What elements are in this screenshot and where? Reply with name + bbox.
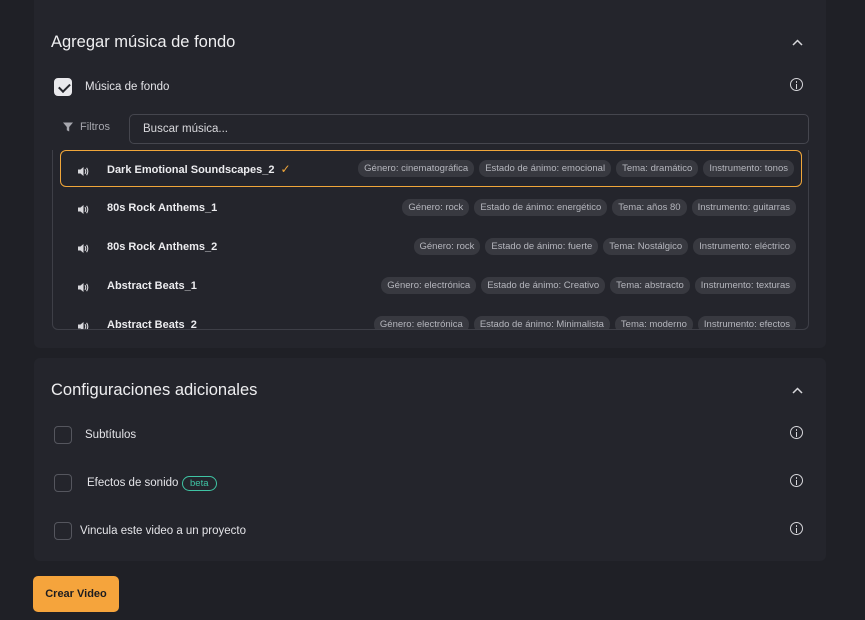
filters-label: Filtros: [80, 121, 110, 133]
track-tags: Género: electrónica Estado de ánimo: Mini…: [373, 316, 796, 329]
track-tag: Género: cinematográfica: [358, 160, 475, 177]
subtitles-label: Subtítulos: [85, 429, 137, 441]
track-name-text: 80s Rock Anthems_2: [107, 240, 218, 253]
track-tags: Género: cinematográfica Estado de ánimo: …: [358, 160, 794, 177]
track-tag: Estado de ánimo: Creativo: [481, 277, 606, 294]
filters-button[interactable]: Filtros: [62, 121, 110, 133]
info-icon[interactable]: [790, 426, 803, 439]
info-icon[interactable]: [790, 474, 803, 487]
track-tag: Género: electrónica: [381, 277, 477, 294]
track-tag: Estado de ánimo: fuerte: [485, 238, 599, 255]
info-icon[interactable]: [790, 78, 803, 91]
track-name-text: Dark Emotional Soundscapes_2: [107, 163, 275, 176]
track-tags: Género: electrónica Estado de ánimo: Crea…: [381, 277, 796, 294]
track-tag: Tema: abstracto: [610, 277, 690, 294]
track-name-text: 80s Rock Anthems_1: [107, 201, 218, 214]
filter-icon: [63, 122, 73, 132]
track-name-text: Abstract Beats_1: [107, 279, 197, 292]
speaker-icon[interactable]: [77, 164, 89, 176]
track-tag: Género: electrónica: [373, 316, 469, 329]
sound-effects-label: Efectos de sonido: [87, 477, 179, 489]
link-project-checkbox[interactable]: [54, 522, 72, 540]
track-tag: Tema: dramático: [616, 160, 699, 177]
background-music-panel: Agregar música de fondo Música de fondo …: [34, 0, 826, 348]
track-tag: Tema: moderno: [614, 316, 693, 329]
speaker-icon[interactable]: [77, 241, 89, 253]
track-tags: Género: rock Estado de ánimo: energético T…: [402, 199, 796, 216]
track-tag: Estado de ánimo: emocional: [479, 160, 612, 177]
track-tag: Instrumento: efectos: [697, 316, 796, 329]
track-name: Abstract Beats_1: [107, 280, 197, 292]
music-track-row[interactable]: Abstract Beats_2 Género: electrónica Estad…: [53, 306, 808, 330]
additional-settings-panel: Configuraciones adicionales Subtítulos E…: [34, 358, 826, 561]
track-tag: Género: rock: [413, 238, 481, 255]
track-tag: Instrumento: texturas: [694, 277, 796, 294]
music-section-title: Agregar música de fondo: [51, 33, 236, 51]
track-tag: Estado de ánimo: Minimalista: [473, 316, 610, 329]
track-tag: Género: rock: [402, 199, 470, 216]
chevron-up-icon[interactable]: [790, 35, 804, 49]
speaker-icon[interactable]: [77, 319, 89, 329]
track-tag: Instrumento: tonos: [703, 160, 794, 177]
track-tags: Género: rock Estado de ánimo: fuerte Tema:…: [413, 238, 796, 255]
subtitles-checkbox[interactable]: [54, 426, 72, 444]
track-tag: Tema: Nostálgico: [603, 238, 689, 255]
beta-badge: beta: [182, 476, 217, 491]
link-project-label: Vincula este video a un proyecto: [80, 525, 247, 537]
track-name: Abstract Beats_2: [107, 318, 197, 330]
track-name-text: Abstract Beats_2: [107, 318, 197, 330]
track-name: Dark Emotional Soundscapes_2 ✓: [107, 162, 291, 176]
track-tag: Tema: años 80: [612, 199, 687, 216]
background-music-label: Música de fondo: [85, 81, 170, 93]
extra-section-title: Configuraciones adicionales: [51, 381, 258, 399]
music-track-list[interactable]: Dark Emotional Soundscapes_2 ✓ Género: cin…: [52, 150, 809, 330]
background-music-checkbox[interactable]: [54, 78, 72, 96]
speaker-icon[interactable]: [77, 280, 89, 292]
checkmark-icon: ✓: [280, 161, 291, 176]
music-search-input[interactable]: [129, 114, 809, 144]
track-name: 80s Rock Anthems_1: [107, 202, 217, 214]
chevron-up-icon[interactable]: [790, 383, 804, 397]
speaker-icon[interactable]: [77, 202, 89, 214]
music-track-row[interactable]: Dark Emotional Soundscapes_2 ✓ Género: cin…: [60, 150, 802, 187]
track-tag: Instrumento: eléctrico: [693, 238, 796, 255]
music-track-row[interactable]: 80s Rock Anthems_1 Género: rock Estado de …: [53, 189, 808, 226]
create-video-button[interactable]: Crear Video: [33, 576, 119, 612]
sound-effects-checkbox[interactable]: [54, 474, 72, 492]
track-tag: Instrumento: guitarras: [691, 199, 796, 216]
info-icon[interactable]: [790, 522, 803, 535]
music-track-row[interactable]: Abstract Beats_1 Género: electrónica Estad…: [53, 267, 808, 304]
track-tag: Estado de ánimo: energético: [474, 199, 608, 216]
track-name: 80s Rock Anthems_2: [107, 241, 217, 253]
music-track-row[interactable]: 80s Rock Anthems_2 Género: rock Estado de …: [53, 228, 808, 265]
